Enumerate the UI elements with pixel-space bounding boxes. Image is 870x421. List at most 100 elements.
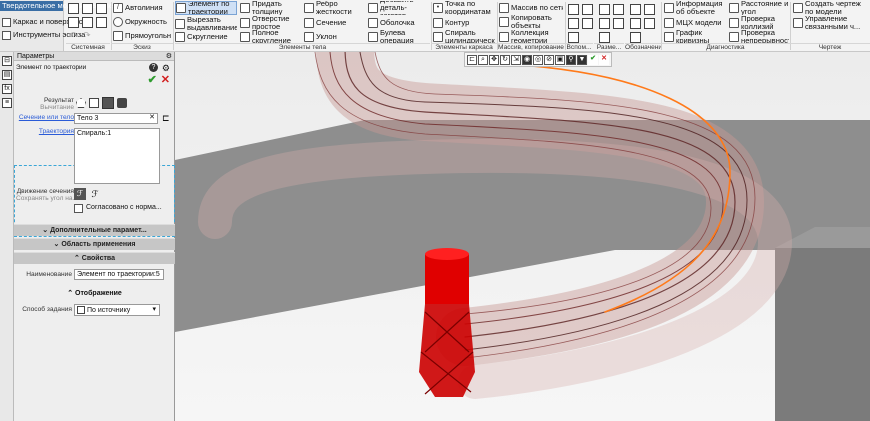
orientation-icon[interactable]: ⇲ <box>511 54 521 65</box>
aux-axis-icon[interactable] <box>582 4 593 15</box>
circle-button[interactable]: Окружность <box>113 17 171 27</box>
hide-icon[interactable]: ▣ <box>555 54 565 65</box>
section-view-icon[interactable]: ⊘ <box>544 54 554 65</box>
pentagon-icon[interactable] <box>76 98 86 108</box>
function-icon[interactable]: fx <box>2 84 12 94</box>
sweep-element-button[interactable]: Элемент по траектории <box>175 1 237 15</box>
contour-button[interactable]: Контур <box>433 18 495 28</box>
square-icon[interactable] <box>89 98 99 108</box>
copy-objects-button[interactable]: Копировать объекты <box>499 15 563 29</box>
trajectory-label[interactable]: Траектория <box>16 128 74 135</box>
add-blank-button[interactable]: Добавить деталь-заготов... <box>368 1 430 15</box>
3d-viewport[interactable]: ⊏ ⌕ ✥ ↻ ⇲ ◉ ◎ ⊘ ▣ ⚲ ▼ ✔ ✕ <box>175 52 870 421</box>
aux-cs-icon[interactable] <box>568 32 579 43</box>
dimension-linear-icon[interactable] <box>599 4 610 15</box>
name-input[interactable]: Элемент по траектории:5 <box>74 269 164 280</box>
help-icon[interactable]: ? <box>149 63 158 72</box>
aux-point-icon[interactable] <box>568 18 579 29</box>
agree-checkbox[interactable] <box>74 204 83 213</box>
section-input[interactable]: Тело 3 ✕ <box>74 113 158 124</box>
paste-icon[interactable] <box>96 17 107 28</box>
leader-icon[interactable] <box>644 4 655 15</box>
dimension-radius-icon[interactable] <box>599 18 610 29</box>
redo-icon[interactable]: ↷ <box>83 30 91 41</box>
base-icon[interactable] <box>630 18 641 29</box>
undo-icon[interactable]: ↶ <box>69 30 77 41</box>
display-mode-icon[interactable]: ◎ <box>533 54 543 65</box>
select-body-icon[interactable]: ⊏ <box>162 113 170 124</box>
geometry-collection-button[interactable]: Коллекция геометрии <box>499 30 563 44</box>
copy-icon[interactable] <box>82 17 93 28</box>
panel-title-text: Параметры <box>17 53 55 60</box>
lock-icon[interactable]: ⚲ <box>566 54 576 65</box>
distance-angle-button[interactable]: Расстояние и угол <box>729 1 789 15</box>
method-select[interactable]: По источнику ▾ <box>74 304 160 316</box>
ribbon-toolbar: Твердотельное моделирование Каркас и пов… <box>0 0 870 52</box>
shell-button[interactable]: Оболочка <box>368 18 430 28</box>
aux-line-icon[interactable] <box>582 18 593 29</box>
menu-icon[interactable]: ≡ <box>2 98 12 108</box>
section-button[interactable]: Сечение <box>304 18 364 28</box>
thicken-icon <box>240 3 250 13</box>
additional-params-section[interactable]: ⌄ Дополнительные парамет... <box>14 224 175 236</box>
collision-check-button[interactable]: Проверка коллизий <box>729 16 789 30</box>
dimension-auto-icon[interactable] <box>599 32 610 43</box>
tree-icon[interactable]: ⊟ <box>2 56 12 66</box>
thicken-button[interactable]: Придать толщину <box>240 1 300 15</box>
dimension-diameter-icon[interactable] <box>613 18 624 29</box>
marking-icon[interactable] <box>630 32 641 43</box>
pin-icon[interactable]: ⚙ <box>166 52 172 61</box>
helix-button[interactable]: Спираль цилиндрическ... <box>433 30 495 44</box>
boolean-button[interactable]: Булева операция <box>368 30 430 44</box>
save-icon[interactable] <box>96 3 107 14</box>
open-folder-icon[interactable] <box>82 3 93 14</box>
grid-array-button[interactable]: Массив по сетке <box>499 3 563 13</box>
curvature-graph-button[interactable]: График кривизны <box>664 30 728 44</box>
scope-section[interactable]: ⌄ Область применения <box>14 238 175 250</box>
trajectory-list[interactable]: Спираль:1 <box>74 128 160 184</box>
cancel-x-icon[interactable]: ✕ <box>161 74 170 86</box>
motion-mode-icon[interactable]: ℱ <box>74 188 86 200</box>
dimension-angle-icon[interactable] <box>613 4 624 15</box>
zoom-icon[interactable]: ⌕ <box>478 54 488 65</box>
aux-plane-icon[interactable] <box>568 4 579 15</box>
trajectory-link[interactable]: Траектория <box>39 128 74 135</box>
autoline-button[interactable]: / Автолиния <box>113 3 171 13</box>
mass-properties-button[interactable]: МЦХ модели <box>664 18 728 28</box>
simple-hole-button[interactable]: Отверстие простое <box>240 16 300 30</box>
rotate-icon[interactable]: ↻ <box>500 54 510 65</box>
print-icon[interactable] <box>68 17 79 28</box>
new-file-icon[interactable] <box>68 3 79 14</box>
extrude-cut-button[interactable]: Вырезать выдавливанием <box>175 17 237 31</box>
clear-icon[interactable]: ✕ <box>149 114 155 122</box>
motion-alt-icon[interactable]: ℱ <box>89 188 101 200</box>
tab-solid-modeling[interactable]: Твердотельное моделирование <box>0 1 113 11</box>
section-label[interactable]: Сечение или тело <box>16 114 74 121</box>
rib-button[interactable]: Ребро жесткости <box>304 1 364 15</box>
zoom-fit-icon[interactable]: ⊏ <box>467 54 477 65</box>
point-by-coords-button[interactable]: • Точка по координатам <box>433 1 495 15</box>
filter-icon[interactable]: ▼ <box>577 54 587 65</box>
tolerance-icon[interactable] <box>644 18 655 29</box>
linked-drawings-button[interactable]: Управление связанными ч... <box>793 16 867 30</box>
chevron-down-icon[interactable]: ▾ <box>152 306 156 314</box>
section-link[interactable]: Сечение или тело <box>19 114 74 121</box>
ok-check-icon[interactable]: ✔ <box>148 74 157 86</box>
union-icon[interactable] <box>117 98 127 108</box>
roughness-icon[interactable] <box>630 4 641 15</box>
pan-icon[interactable]: ✥ <box>489 54 499 65</box>
params-icon[interactable]: ▤ <box>2 70 12 80</box>
continuity-check-button[interactable]: Проверка непрерывности <box>729 30 789 44</box>
shaded-icon[interactable]: ◉ <box>522 54 532 65</box>
create-drawing-button[interactable]: Создать чертеж по модели <box>793 1 867 15</box>
full-fillet-button[interactable]: Полное скругление <box>240 30 300 44</box>
fillet-button[interactable]: Скругление <box>175 32 237 42</box>
subtract-icon[interactable] <box>102 97 114 109</box>
draft-button[interactable]: Уклон <box>304 32 364 42</box>
properties-section[interactable]: ⌃ Свойства <box>14 252 175 264</box>
cancel-x-icon[interactable]: ✕ <box>599 54 609 65</box>
object-info-button[interactable]: Информация об объекте <box>664 1 728 15</box>
rectangle-button[interactable]: Прямоугольник <box>113 31 171 41</box>
ok-check-icon[interactable]: ✔ <box>588 54 598 65</box>
display-heading[interactable]: ⌃ Отображение <box>14 289 175 297</box>
